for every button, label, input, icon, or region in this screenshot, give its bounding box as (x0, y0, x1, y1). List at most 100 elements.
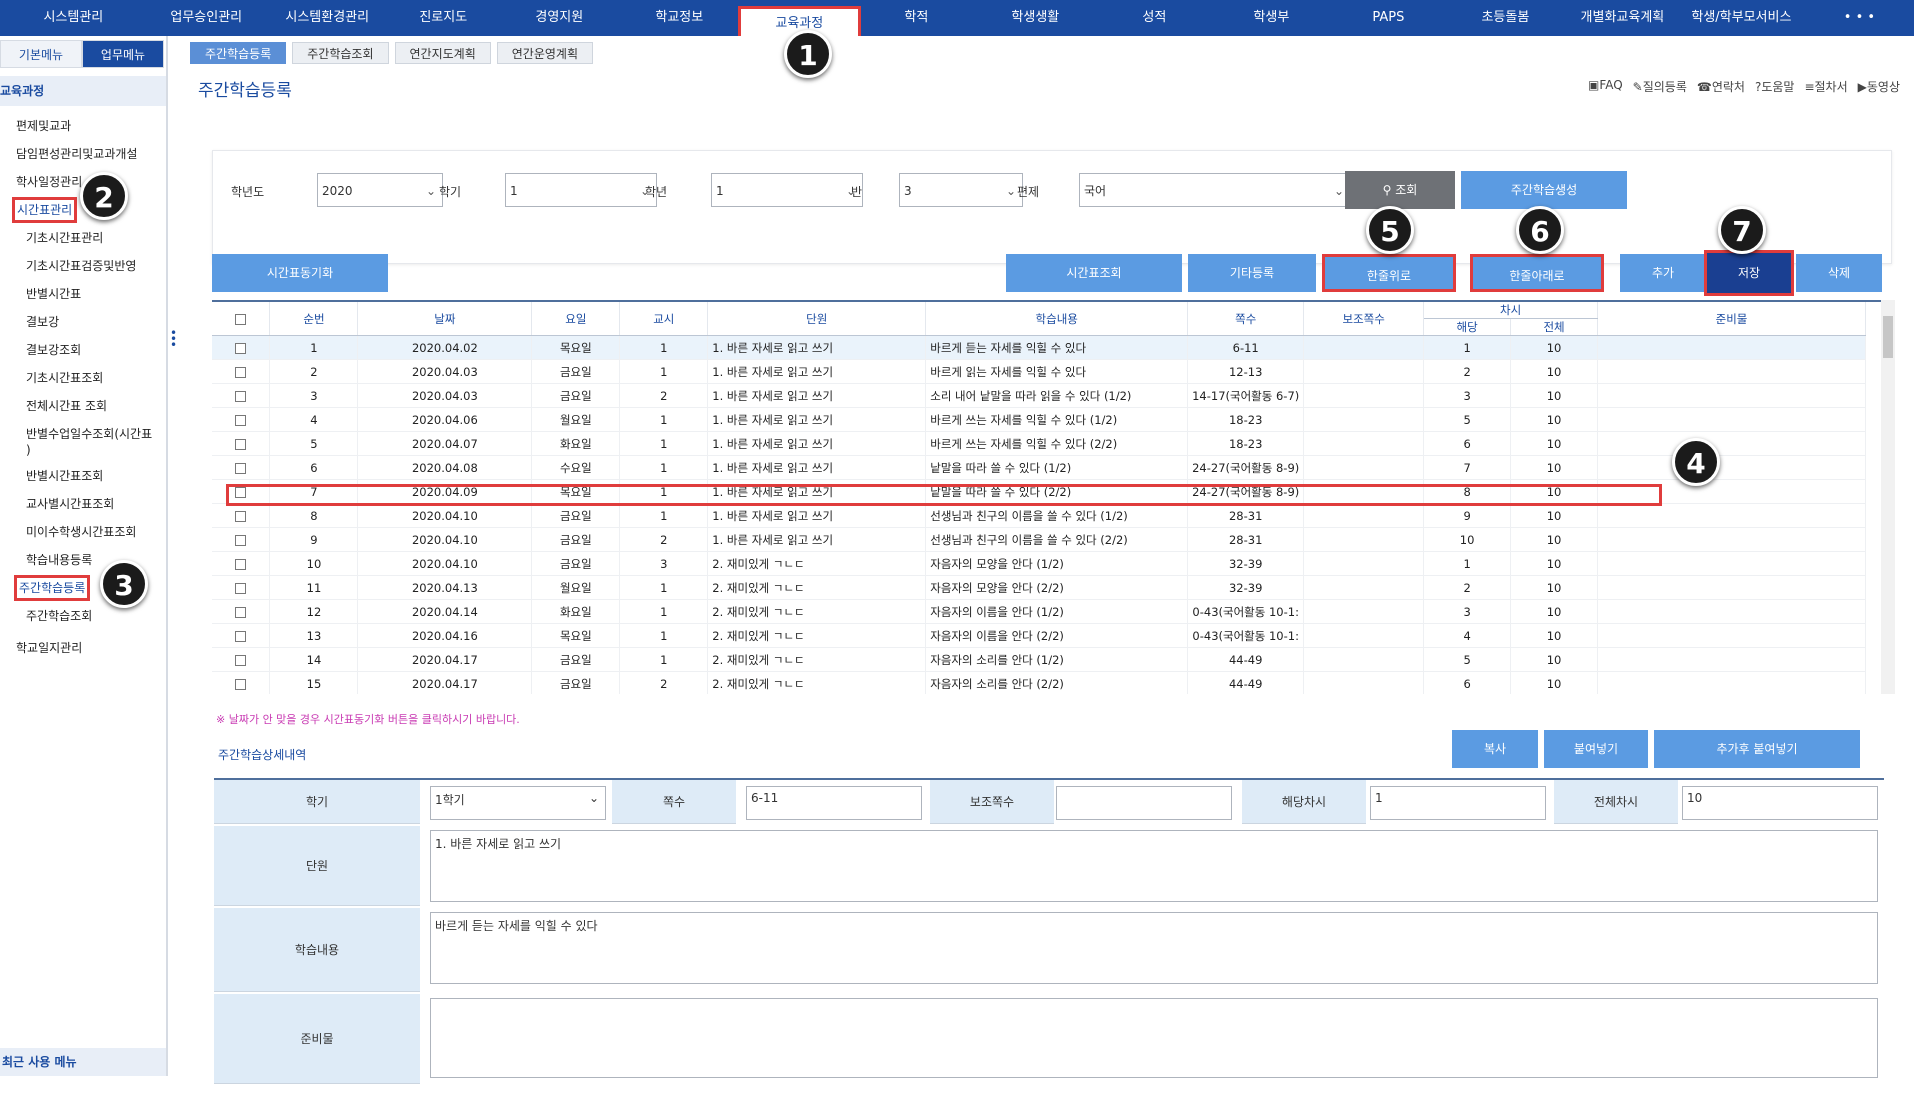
class-select[interactable]: 3 ⌄ (899, 173, 1023, 207)
table-row[interactable]: 2 2020.04.03 금요일 1 1. 바른 자세로 읽고 쓰기 바르게 읽는 자세를… (212, 359, 1866, 384)
sidebar-subitem[interactable]: 주간학습조회 (0, 602, 166, 630)
sidebar-item-school-log[interactable]: 학교일지관리 (0, 634, 166, 662)
table-row[interactable]: 6 2020.04.08 수요일 1 1. 바른 자세로 읽고 쓰기 낱말을 따라 쓸 수… (212, 455, 1866, 480)
table-row[interactable]: 9 2020.04.10 금요일 2 1. 바른 자세로 읽고 쓰기 선생님과 친구의 이… (212, 527, 1866, 552)
sidebar-subitem[interactable]: 전체시간표 조회 (0, 392, 166, 420)
add-paste-button[interactable]: 추가후 붙여넣기 (1654, 730, 1860, 768)
panel-splitter-handle[interactable]: • • • (170, 327, 177, 351)
table-row[interactable]: 13 2020.04.16 목요일 1 2. 재미있게 ㄱㄴㄷ 자음자의 이름을 안다 (… (212, 623, 1866, 648)
move-up-button[interactable]: 한줄위로 (1322, 254, 1456, 292)
sidebar-subitem[interactable]: 교사별시간표조회 (0, 490, 166, 518)
row-checkbox[interactable] (212, 527, 271, 552)
table-row[interactable]: 11 2020.04.13 월요일 1 2. 재미있게 ㄱㄴㄷ 자음자의 모양을 안다 (… (212, 575, 1866, 600)
sidebar-subitem[interactable]: 미이수학생시간표조회 (0, 518, 166, 546)
add-button[interactable]: 추가 (1620, 254, 1706, 292)
row-checkbox[interactable] (212, 335, 271, 360)
scrollbar-thumb[interactable] (1883, 316, 1893, 358)
table-row[interactable]: 4 2020.04.06 월요일 1 1. 바른 자세로 읽고 쓰기 바르게 쓰는 자세를… (212, 407, 1866, 432)
row-checkbox[interactable] (212, 671, 271, 694)
row-checkbox[interactable] (212, 359, 271, 384)
sidebar-subitem[interactable]: 반별시간표조회 (0, 462, 166, 490)
nav-management[interactable]: 경영지원 (498, 0, 621, 36)
grade-select[interactable]: 1 ⌄ (711, 173, 863, 207)
nav-iep[interactable]: 개별화교육계획 (1567, 0, 1678, 36)
generate-weekly-button[interactable]: 주간학습생성 (1461, 171, 1627, 209)
sidebar-subitem[interactable]: 결보강조회 (0, 336, 166, 364)
row-checkbox[interactable] (212, 455, 271, 480)
table-row[interactable]: 10 2020.04.10 금요일 3 2. 재미있게 ㄱㄴㄷ 자음자의 모양을 안다 (… (212, 551, 1866, 576)
nav-career[interactable]: 진로지도 (389, 0, 498, 36)
inquiry-link[interactable]: ✎질의등록 (1633, 78, 1687, 95)
table-row[interactable]: 12 2020.04.14 화요일 1 2. 재미있게 ㄱㄴㄷ 자음자의 이름을 안다 (… (212, 599, 1866, 624)
nav-paps[interactable]: PAPS (1333, 0, 1444, 36)
nav-system-env[interactable]: 시스템환경관리 (266, 0, 389, 36)
sidebar-subitem[interactable]: 반별시간표 (0, 280, 166, 308)
nav-student-life[interactable]: 학생생활 (972, 0, 1099, 36)
nav-care[interactable]: 초등돌봄 (1444, 0, 1567, 36)
search-button[interactable]: ⚲ 조회 (1345, 171, 1455, 209)
lesson-field[interactable]: 1 (1370, 786, 1546, 820)
nav-academic-records[interactable]: 학적 (861, 0, 972, 36)
total-field[interactable]: 10 (1682, 786, 1878, 820)
select-all-checkbox[interactable] (212, 302, 271, 336)
table-row[interactable]: 14 2020.04.17 금요일 1 2. 재미있게 ㄱㄴㄷ 자음자의 소리를 안다 (… (212, 647, 1866, 672)
nav-grades[interactable]: 성적 (1099, 0, 1210, 36)
sidebar-subitem[interactable]: 기초시간표검증및반영 (0, 252, 166, 280)
row-checkbox[interactable] (212, 431, 271, 456)
table-row[interactable]: 3 2020.04.03 금요일 2 1. 바른 자세로 읽고 쓰기 소리 내어 낱말을 … (212, 383, 1866, 408)
row-checkbox[interactable] (212, 575, 271, 600)
nav-student-record[interactable]: 학생부 (1210, 0, 1333, 36)
help-link[interactable]: ?도움말 (1755, 78, 1795, 95)
save-button[interactable]: 저장 (1704, 250, 1794, 296)
table-row[interactable]: 15 2020.04.17 금요일 2 2. 재미있게 ㄱㄴㄷ 자음자의 소리를 안다 (… (212, 671, 1866, 694)
materials-field[interactable] (430, 998, 1878, 1078)
table-row[interactable]: 1 2020.04.02 목요일 1 1. 바른 자세로 읽고 쓰기 바르게 듣는 자세를… (212, 335, 1866, 360)
delete-button[interactable]: 삭제 (1796, 254, 1882, 292)
row-checkbox[interactable] (212, 503, 271, 528)
semester-select[interactable]: 1 ⌄ (505, 173, 657, 207)
nav-approval-admin[interactable]: 업무승인관리 (147, 0, 266, 36)
tab-basic-menu[interactable]: 기본메뉴 (0, 40, 82, 68)
subject-select[interactable]: 국어 ⌄ (1079, 173, 1351, 207)
other-register-button[interactable]: 기타등록 (1188, 254, 1316, 292)
sidebar-item-homeroom[interactable]: 담임편성관리및교과개설 (0, 140, 166, 168)
row-checkbox[interactable] (212, 623, 271, 648)
row-checkbox[interactable] (212, 647, 271, 672)
sub-pages-field[interactable] (1056, 786, 1232, 820)
sidebar-subitem[interactable]: 기초시간표조회 (0, 364, 166, 392)
table-row[interactable]: 5 2020.04.07 화요일 1 1. 바른 자세로 읽고 쓰기 바르게 쓰는 자세를… (212, 431, 1866, 456)
tab-weekly-view[interactable]: 주간학습조회 (292, 42, 389, 64)
tab-work-menu[interactable]: 업무메뉴 (82, 40, 164, 68)
sidebar-subitem[interactable]: 결보강 (0, 308, 166, 336)
sidebar-subitem[interactable]: 기초시간표관리 (0, 224, 166, 252)
video-link[interactable]: ▶동영상 (1858, 78, 1900, 95)
timetable-view-button[interactable]: 시간표조회 (1006, 254, 1182, 292)
recent-menu[interactable]: 최근 사용 메뉴 (0, 1048, 166, 1076)
nav-student-parent-service[interactable]: 학생/학부모서비스 (1678, 0, 1805, 36)
more-icon[interactable]: • • • (1805, 0, 1914, 36)
row-checkbox[interactable] (212, 599, 271, 624)
paste-button[interactable]: 붙여넣기 (1544, 730, 1648, 768)
semester-field[interactable]: 1학기 ⌄ (430, 786, 606, 820)
nav-system-admin[interactable]: 시스템관리 (0, 0, 147, 36)
tab-annual-guidance[interactable]: 연간지도계획 (394, 42, 491, 64)
sidebar-item-curriculum-setup[interactable]: 편제및교과 (0, 112, 166, 140)
row-checkbox[interactable] (212, 551, 271, 576)
row-checkbox[interactable] (212, 407, 271, 432)
unit-field[interactable]: 1. 바른 자세로 읽고 쓰기 (430, 830, 1878, 902)
table-row[interactable]: 8 2020.04.10 금요일 1 1. 바른 자세로 읽고 쓰기 선생님과 친구의 이… (212, 503, 1866, 528)
row-checkbox[interactable] (212, 383, 271, 408)
copy-button[interactable]: 복사 (1452, 730, 1538, 768)
contact-link[interactable]: ☎연락처 (1697, 78, 1745, 95)
procedure-link[interactable]: ≡절차서 (1804, 78, 1847, 95)
pages-field[interactable]: 6-11 (746, 786, 922, 820)
year-select[interactable]: 2020 ⌄ (317, 173, 443, 207)
grid-scrollbar[interactable] (1881, 300, 1895, 694)
sync-timetable-button[interactable]: 시간표동기화 (212, 254, 388, 292)
faq-link[interactable]: ▣FAQ (1588, 78, 1623, 95)
nav-school-info[interactable]: 학교정보 (621, 0, 738, 36)
tab-annual-operation[interactable]: 연간운영계획 (496, 42, 593, 64)
content-field[interactable]: 바르게 듣는 자세를 익힐 수 있다 (430, 912, 1878, 984)
move-down-button[interactable]: 한줄아래로 (1470, 254, 1604, 292)
tab-weekly-register[interactable]: 주간학습등록 (190, 42, 287, 64)
